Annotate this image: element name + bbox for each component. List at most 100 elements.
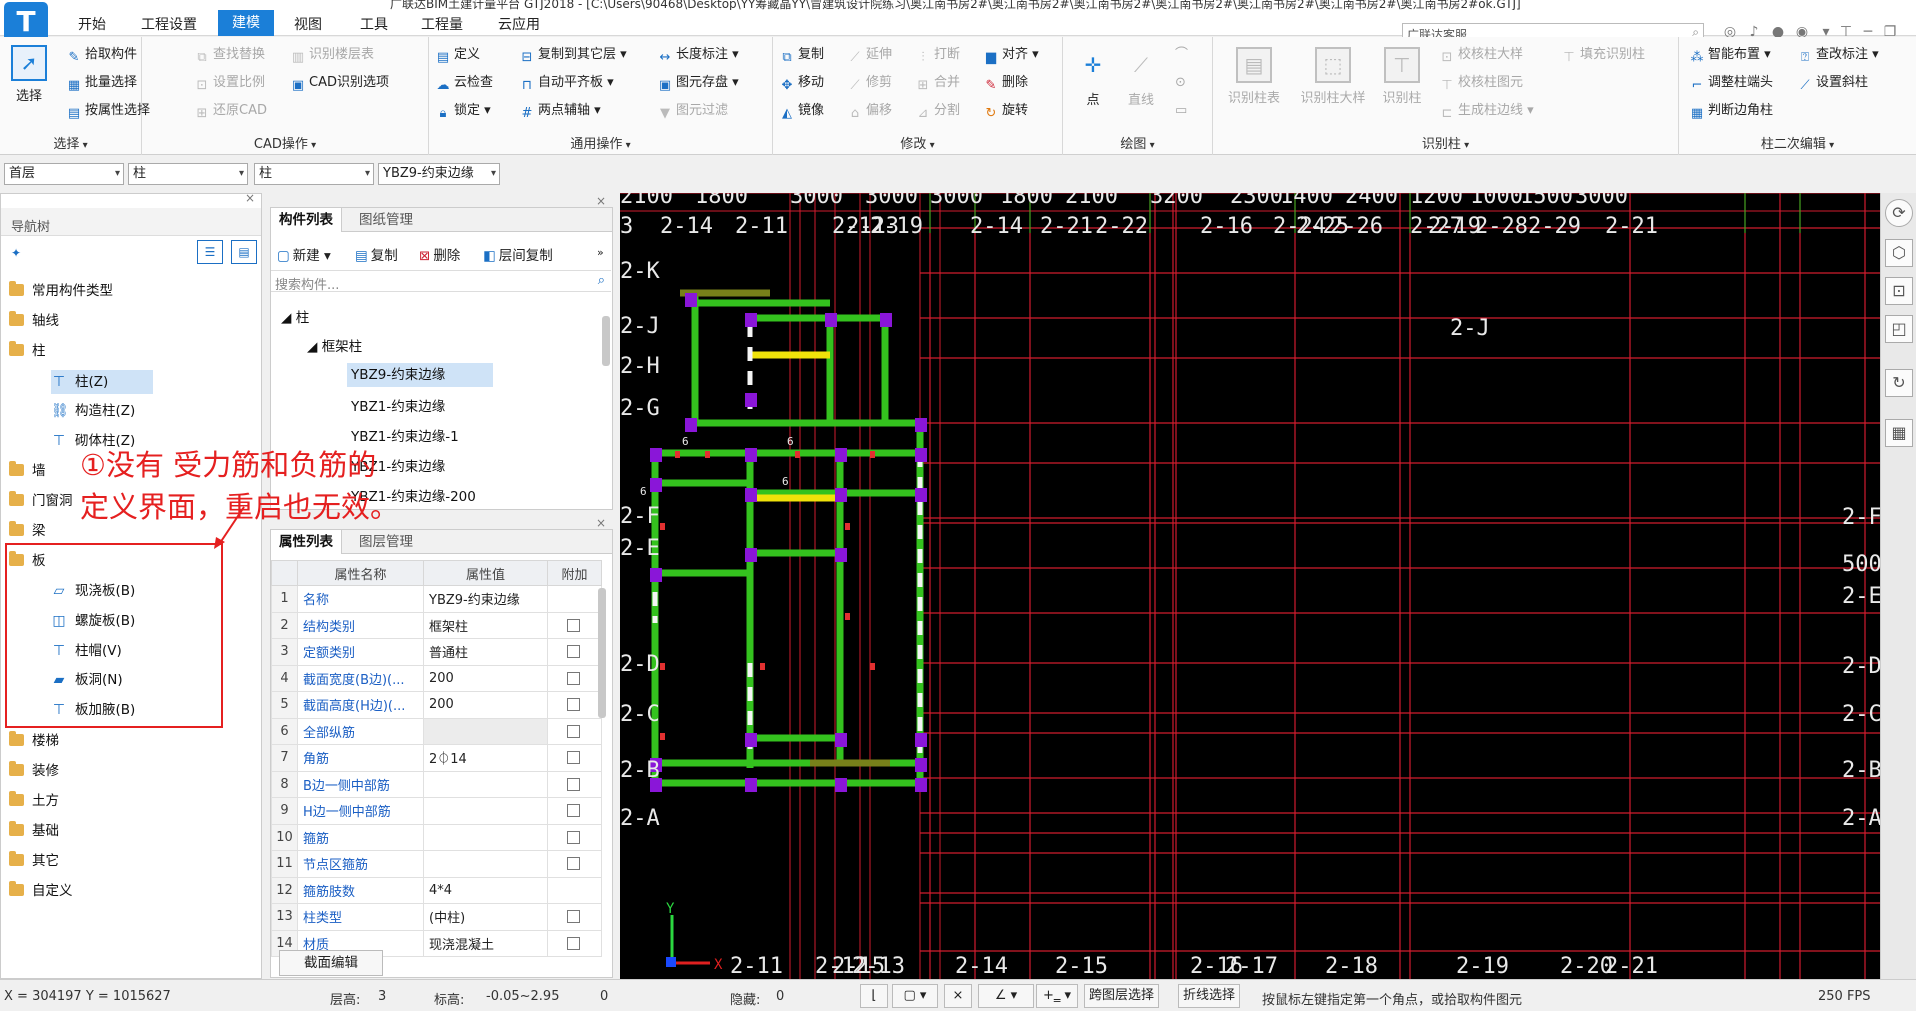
complist-scrollbar[interactable] [602, 316, 610, 366]
attach-checkbox[interactable] [567, 936, 580, 950]
property-value[interactable] [423, 823, 548, 851]
element-filter-button[interactable]: ▼ 图元过滤 [657, 102, 728, 122]
grid-off-icon[interactable]: ⨯ [944, 984, 972, 1008]
tree-node-column[interactable]: ◢ 柱 [281, 306, 309, 326]
split-button[interactable]: ⊿ 分割 [915, 102, 960, 122]
view-3d-icon[interactable]: ⬡ [1885, 239, 1913, 267]
app-logo[interactable]: T [4, 2, 48, 42]
new-component-button[interactable]: ▢ 新建 ▾ [277, 244, 331, 264]
nav-item-door-window[interactable]: 门窗洞 [9, 491, 73, 510]
attach-checkbox[interactable] [567, 857, 580, 871]
nav-item-column-z[interactable]: ⊤ 柱(Z) [51, 370, 153, 394]
attach-checkbox[interactable] [567, 698, 580, 712]
nav-item-earthwork[interactable]: 土方 [9, 791, 59, 810]
attach-checkbox[interactable] [567, 830, 580, 844]
fill-identify-button[interactable]: ⊤ 填充识别柱 [1561, 46, 1645, 66]
property-row[interactable]: 5 截面高度(H边)(... 200 [271, 691, 602, 719]
attach-checkbox[interactable] [567, 671, 580, 685]
layer-view-icon[interactable]: ▦ [1885, 419, 1913, 447]
cross-layer-select-button[interactable]: 跨图层选择 [1084, 984, 1160, 1008]
property-value[interactable]: 4*4 [423, 876, 548, 904]
mirror-button[interactable]: ◭ 镜像 [779, 102, 824, 122]
tab-drawing-manage[interactable]: 图纸管理 [351, 208, 421, 232]
smart-layout-button[interactable]: ⁂ 智能布置 ▾ [1689, 46, 1771, 66]
property-value[interactable] [423, 717, 548, 745]
select-big-button[interactable]: ➚ 选择 [8, 45, 50, 104]
proplist-scrollbar[interactable] [598, 588, 606, 718]
attach-checkbox[interactable] [567, 618, 580, 632]
type-select[interactable]: 柱 [254, 163, 374, 185]
identify-floor-table-button[interactable]: ▥ 识别楼层表 [290, 46, 374, 66]
property-row[interactable]: 4 截面宽度(B边)(... 200 [271, 664, 602, 692]
angle-icon[interactable]: ∠ ▾ [978, 984, 1034, 1008]
pin-icon[interactable]: ✦ [11, 246, 21, 260]
nav-item-wall[interactable]: 墙 [9, 461, 46, 480]
nav-item-other[interactable]: 其它 [9, 851, 59, 870]
nav-close-icon[interactable]: × [245, 191, 255, 205]
batch-select-button[interactable]: ▦ 批量选择 [66, 74, 137, 94]
property-row[interactable]: 10 箍筋 [271, 823, 602, 851]
check-column-detail-button[interactable]: ⊡ 校核柱大样 [1439, 46, 1523, 66]
property-value[interactable]: 普通柱 [423, 638, 548, 666]
nav-item-column[interactable]: 柱 [9, 341, 46, 360]
property-value[interactable] [423, 850, 548, 878]
menu-start[interactable]: 开始 [78, 14, 106, 34]
save-elements-button[interactable]: ▣ 图元存盘 ▾ [657, 74, 739, 94]
attach-checkbox[interactable] [567, 777, 580, 791]
menu-project-settings[interactable]: 工程设置 [141, 14, 197, 34]
two-point-axis-button[interactable]: # 两点辅轴 ▾ [519, 102, 601, 122]
cad-options-button[interactable]: ▣ CAD识别选项 [290, 74, 389, 94]
restore-cad-button[interactable]: ⊞ 还原CAD [194, 102, 267, 122]
nav-item-axis[interactable]: 轴线 [9, 311, 59, 330]
offset-button[interactable]: ⌂ 偏移 [847, 102, 892, 122]
dynamic-observe-icon[interactable]: ⟳ [1885, 199, 1913, 227]
property-row[interactable]: 13 柱类型 (中柱) [271, 903, 602, 931]
category-select[interactable]: 柱 [128, 163, 248, 185]
property-row[interactable]: 2 结构类别 框架柱 [271, 611, 602, 639]
cloud-check-button[interactable]: ☁ 云检查 [435, 74, 494, 94]
adjust-column-end-button[interactable]: ⌐ 调整柱端头 [1689, 74, 1773, 94]
delete-component-button[interactable]: ⊠ 删除 [419, 244, 460, 264]
pick-component-button[interactable]: ✎ 拾取构件 [66, 46, 137, 66]
property-value[interactable]: 2⏀14 [423, 744, 548, 772]
menu-cloud[interactable]: 云应用 [498, 14, 540, 34]
track-icon[interactable]: +‗ ▾ [1036, 984, 1078, 1008]
edit-annotation-button[interactable]: ⍰ 查改标注 ▾ [1797, 46, 1879, 66]
delete-button[interactable]: ✎ 删除 [983, 74, 1028, 94]
nav-item-custom[interactable]: 自定义 [9, 881, 73, 900]
identify-column-detail-button[interactable]: ⬚ 识别柱大样 [1293, 47, 1373, 106]
component-item[interactable]: YBZ9-约束边缘 [347, 363, 493, 387]
component-item[interactable]: YBZ1-约束边缘 [351, 395, 445, 415]
arc-icon[interactable]: ⌒ [1175, 46, 1188, 64]
nav-item-foundation[interactable]: 基础 [9, 821, 59, 840]
property-value[interactable] [423, 770, 548, 798]
identify-column-table-button[interactable]: ▤ 识别柱表 [1221, 47, 1287, 106]
copy-to-floor-button[interactable]: ⊟ 复制到其它层 ▾ [519, 46, 627, 66]
identify-column-button[interactable]: ⊤ 识别柱 [1377, 47, 1427, 106]
proplist-close-icon[interactable]: × [596, 516, 606, 530]
property-row[interactable]: 3 定额类别 普通柱 [271, 638, 602, 666]
property-row[interactable]: 1 名称 YBZ9-约束边缘 [271, 585, 602, 613]
property-row[interactable]: 6 全部纵筋 [271, 717, 602, 745]
copy-button[interactable]: ⧉ 复制 [779, 46, 824, 66]
list-view-icon[interactable]: ☰ [197, 240, 223, 264]
align-button[interactable]: ▆ 对齐 ▾ [983, 46, 1039, 66]
component-select[interactable]: YBZ9-约束边缘 [378, 163, 500, 185]
property-value[interactable]: 200 [423, 691, 548, 719]
attach-checkbox[interactable] [567, 910, 580, 924]
search-icon[interactable]: ⌕ [598, 273, 605, 288]
extend-button[interactable]: ⟋ 延伸 [847, 46, 892, 66]
draw-point-button[interactable]: ✛ 点 [1073, 49, 1113, 108]
nav-item-constructional-column[interactable]: ⛓ 构造柱(Z) [51, 402, 135, 420]
copy-component-button[interactable]: ▤ 复制 [355, 244, 398, 264]
menu-view[interactable]: 视图 [294, 14, 322, 34]
polyline-select-button[interactable]: 折线选择 [1178, 984, 1241, 1008]
tree-node-frame-column[interactable]: ◢ 框架柱 [307, 335, 362, 355]
lock-button[interactable]: 🔒︎ 锁定 ▾ [435, 102, 491, 122]
component-item[interactable]: YBZ1-约束边缘-1 [351, 425, 459, 445]
rotate-button[interactable]: ↻ 旋转 [983, 102, 1028, 122]
card-view-icon[interactable]: ▤ [231, 240, 257, 264]
nav-item-decoration[interactable]: 装修 [9, 761, 59, 780]
attach-checkbox[interactable] [567, 645, 580, 659]
nav-item-beam[interactable]: 梁 [9, 521, 46, 540]
